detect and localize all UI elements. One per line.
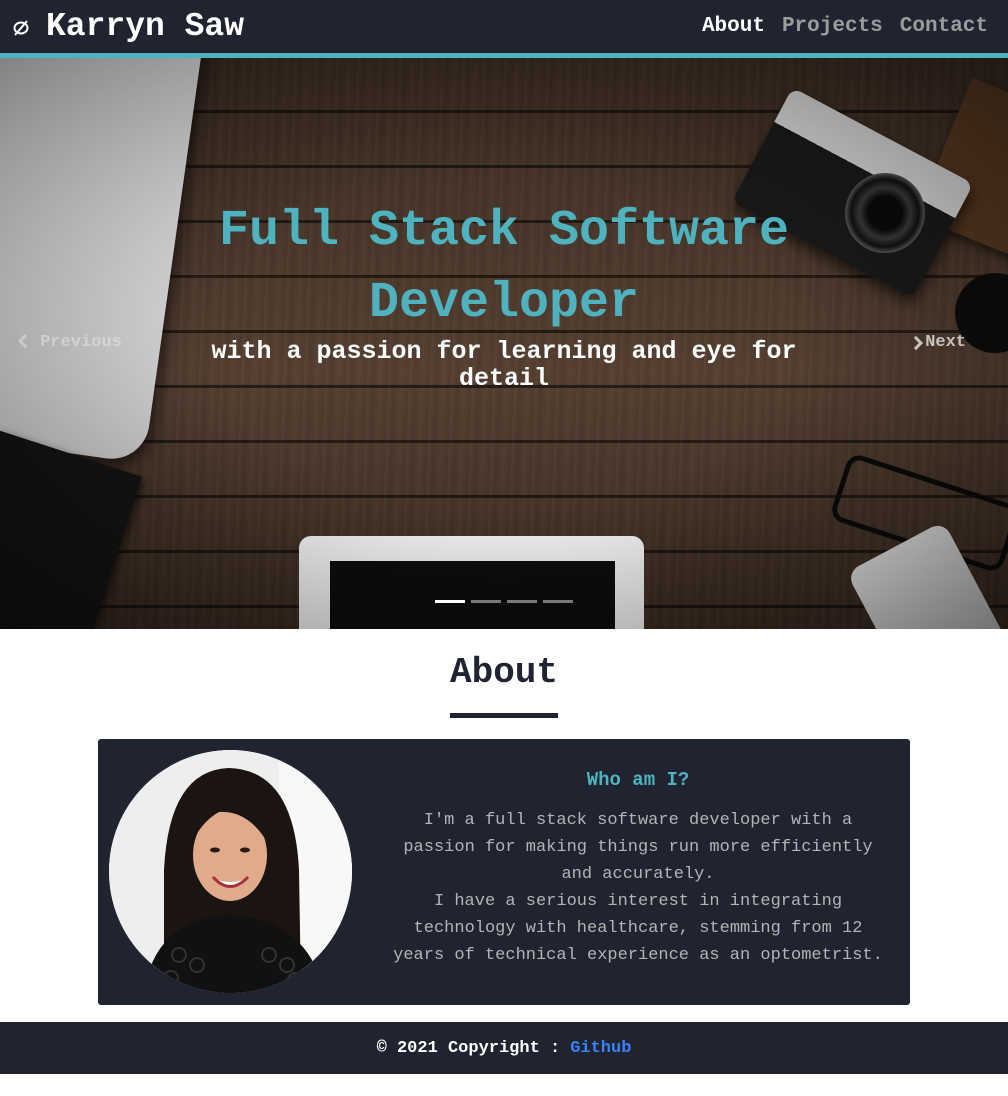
- about-text: Who am I? I'm a full stack software deve…: [383, 769, 893, 969]
- profile-photo: [109, 750, 352, 993]
- nav-links: About Projects Contact: [702, 0, 988, 53]
- nav-link-about[interactable]: About: [702, 15, 765, 38]
- about-heading-underline: [450, 713, 558, 718]
- hero-carousel: Full Stack Software Developer with a pas…: [0, 58, 1008, 629]
- carousel-indicator-1[interactable]: [435, 600, 465, 603]
- carousel-indicator-2[interactable]: [471, 600, 501, 603]
- chevron-right-icon: [909, 335, 924, 350]
- carousel-next-label: Next: [925, 333, 966, 352]
- hero-title: Full Stack Software Developer: [218, 203, 790, 332]
- carousel-next-button[interactable]: Next: [909, 333, 966, 352]
- brand[interactable]: Karryn Saw: [12, 8, 244, 45]
- hero-subtitle: with a passion for learning and eye for …: [211, 337, 797, 393]
- carousel-indicator-3[interactable]: [507, 600, 537, 603]
- footer-copyright: © 2021 Copyright :: [376, 1038, 561, 1058]
- about-card: Who am I? I'm a full stack software deve…: [98, 739, 910, 1005]
- nav-link-projects[interactable]: Projects: [782, 15, 883, 38]
- carousel-previous-button[interactable]: Previous: [17, 333, 122, 352]
- about-card-title: Who am I?: [586, 769, 690, 791]
- nav-link-contact[interactable]: Contact: [900, 15, 988, 38]
- navbar: Karryn Saw About Projects Contact: [0, 0, 1008, 53]
- about-heading: About: [449, 652, 559, 693]
- brand-name: Karryn Saw: [46, 8, 245, 45]
- carousel-indicator-4[interactable]: [543, 600, 573, 603]
- avatar: [109, 750, 352, 993]
- footer-github-link[interactable]: Github: [570, 1039, 631, 1058]
- footer: © 2021 Copyright : Github: [0, 1022, 1008, 1074]
- leaf-icon: [13, 19, 29, 36]
- bio-paragraph-1: I'm a full stack software developer with…: [403, 811, 873, 884]
- chevron-left-icon: [17, 333, 33, 349]
- carousel-previous-label: Previous: [40, 333, 122, 352]
- carousel-indicators: [435, 600, 573, 603]
- bio-paragraph-2: I have a serious interest in integrating…: [393, 892, 883, 965]
